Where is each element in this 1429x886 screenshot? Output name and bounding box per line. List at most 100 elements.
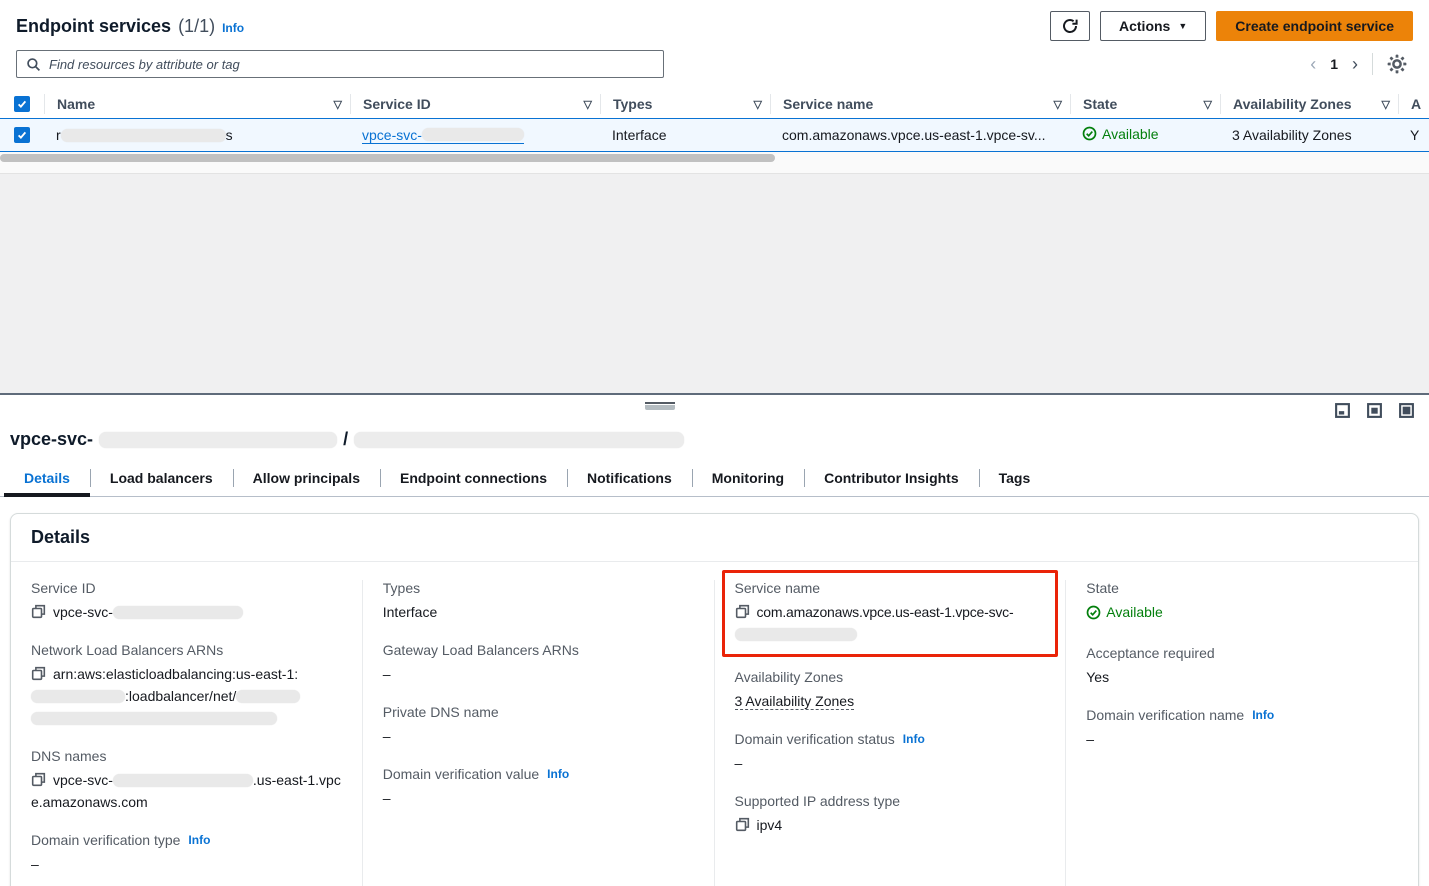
filter-icon[interactable]: ▽: [1382, 98, 1390, 111]
filter-icon[interactable]: ▽: [1054, 98, 1062, 111]
header-actions: Actions ▼ Create endpoint service: [1050, 11, 1413, 41]
field-service-id: Service ID vpce-svc-: [31, 580, 342, 623]
redacted-text: [113, 774, 253, 787]
field-label: Domain verification type: [31, 832, 180, 848]
select-all-cell: [0, 94, 44, 114]
column-header-cut[interactable]: A: [1398, 94, 1429, 114]
split-panel: vpce-svc- / Details Load balancers Allow…: [0, 393, 1429, 883]
info-link[interactable]: Info: [1252, 708, 1274, 722]
field-private-dns-name: Private DNS name –: [383, 704, 694, 747]
panel-position-side-button[interactable]: [1366, 402, 1383, 419]
tab-notifications[interactable]: Notifications: [567, 464, 692, 496]
redacted-text: [31, 690, 125, 703]
actions-button[interactable]: Actions ▼: [1100, 11, 1206, 41]
filter-icon[interactable]: ▽: [584, 98, 592, 111]
service-id-link[interactable]: vpce-svc-: [362, 127, 524, 144]
field-value: Interface: [383, 601, 694, 623]
search-icon: [26, 57, 41, 72]
column-header-types[interactable]: Types ▽: [600, 94, 770, 114]
details-card: Details Service ID vpce-svc- Network Loa…: [10, 513, 1419, 886]
redacted-text: [236, 690, 300, 703]
service-id-text: vpce-svc-: [53, 604, 113, 620]
info-link[interactable]: Info: [188, 833, 210, 847]
copy-icon[interactable]: [31, 666, 46, 681]
panel-position-bottom-button[interactable]: [1334, 402, 1351, 419]
field-label: Supported IP address type: [735, 793, 1046, 809]
service-name-text: com.amazonaws.vpce.us-east-1.vpce-svc-: [757, 604, 1014, 620]
endpoint-services-screen: Endpoint services (1/1) Info Actions ▼ C…: [0, 0, 1429, 886]
resource-counter: (1/1): [178, 16, 215, 37]
create-button-label: Create endpoint service: [1235, 18, 1394, 34]
info-link[interactable]: Info: [903, 732, 925, 746]
column-label: Types: [613, 96, 652, 112]
drag-handle-icon: [645, 405, 675, 410]
column-header-name[interactable]: Name ▽: [44, 94, 350, 114]
column-label: Availability Zones: [1233, 96, 1352, 112]
column-label: Service ID: [363, 96, 431, 112]
copy-icon[interactable]: [31, 604, 46, 619]
tab-allow-principals[interactable]: Allow principals: [233, 464, 380, 496]
column-header-availability-zones[interactable]: Availability Zones ▽: [1220, 94, 1398, 114]
tab-tags[interactable]: Tags: [979, 464, 1051, 496]
refresh-button[interactable]: [1050, 11, 1090, 41]
title-service-id-prefix: vpce-svc-: [10, 429, 93, 450]
filter-icon[interactable]: ▽: [1204, 98, 1212, 111]
title-separator: /: [343, 429, 348, 450]
details-card-body: Service ID vpce-svc- Network Load Balanc…: [11, 562, 1418, 886]
copy-icon[interactable]: [735, 604, 750, 619]
next-page-button[interactable]: ›: [1352, 55, 1358, 73]
field-domain-verification-name: Domain verification name Info –: [1086, 707, 1398, 750]
tab-details[interactable]: Details: [4, 464, 90, 496]
search-box[interactable]: [16, 50, 664, 78]
title-info-link[interactable]: Info: [222, 21, 244, 35]
redacted-text: [31, 712, 277, 725]
column-header-service-id[interactable]: Service ID ▽: [350, 94, 600, 114]
details-card-heading: Details: [11, 514, 1418, 562]
split-panel-title: vpce-svc- /: [0, 395, 1429, 450]
create-endpoint-service-button[interactable]: Create endpoint service: [1216, 11, 1413, 41]
info-link[interactable]: Info: [547, 767, 569, 781]
field-state: State Available: [1086, 580, 1398, 626]
availability-zones-tooltip[interactable]: 3 Availability Zones: [735, 693, 855, 710]
page-header: Endpoint services (1/1) Info Actions ▼ C…: [0, 0, 1429, 42]
previous-page-button[interactable]: ‹: [1310, 55, 1316, 73]
field-label: Domain verification name: [1086, 707, 1244, 723]
pagination: ‹ 1 ›: [1310, 53, 1413, 75]
column-header-service-name[interactable]: Service name ▽: [770, 94, 1070, 114]
copy-icon[interactable]: [735, 817, 750, 832]
field-domain-verification-status: Domain verification status Info –: [735, 731, 1046, 774]
field-domain-verification-type: Domain verification type Info –: [31, 832, 342, 875]
tab-load-balancers[interactable]: Load balancers: [90, 464, 233, 496]
table-row[interactable]: rs vpce-svc- Interface com.amazonaws.vpc…: [0, 118, 1429, 152]
select-all-checkbox[interactable]: [14, 96, 30, 112]
copy-icon[interactable]: [31, 772, 46, 787]
field-label: Acceptance required: [1086, 645, 1398, 661]
horizontal-scrollbar[interactable]: [0, 154, 775, 162]
tab-monitoring[interactable]: Monitoring: [692, 464, 804, 496]
details-column-1: Service ID vpce-svc- Network Load Balanc…: [11, 580, 363, 886]
filter-icon[interactable]: ▽: [334, 98, 342, 111]
column-label: A: [1411, 96, 1421, 112]
field-dns-names: DNS names vpce-svc-.us-east-1.vpce.amazo…: [31, 748, 342, 813]
name-prefix: r: [56, 127, 61, 143]
tab-contributor-insights[interactable]: Contributor Insights: [804, 464, 979, 496]
panel-fullscreen-button[interactable]: [1398, 402, 1415, 419]
availability-zones-tooltip[interactable]: 3 Availability Zones: [1232, 127, 1352, 143]
acceptance-value-cut: Y: [1410, 127, 1419, 143]
filter-icon[interactable]: ▽: [754, 98, 762, 111]
split-panel-drag-handle[interactable]: [645, 402, 675, 410]
search-input[interactable]: [49, 57, 654, 72]
column-label: Name: [57, 96, 95, 112]
preferences-button[interactable]: [1387, 54, 1407, 74]
check-circle-icon: [1086, 605, 1101, 620]
column-label: Service name: [783, 96, 873, 112]
panel-layout-controls: [1334, 402, 1415, 419]
field-availability-zones: Availability Zones 3 Availability Zones: [735, 669, 1046, 712]
tab-endpoint-connections[interactable]: Endpoint connections: [380, 464, 567, 496]
title-group: Endpoint services (1/1) Info: [16, 16, 244, 37]
refresh-icon: [1062, 18, 1078, 34]
redacted-text: [61, 129, 226, 142]
row-checkbox[interactable]: [14, 127, 30, 143]
column-header-state[interactable]: State ▽: [1070, 94, 1220, 114]
types-value: Interface: [612, 127, 666, 143]
